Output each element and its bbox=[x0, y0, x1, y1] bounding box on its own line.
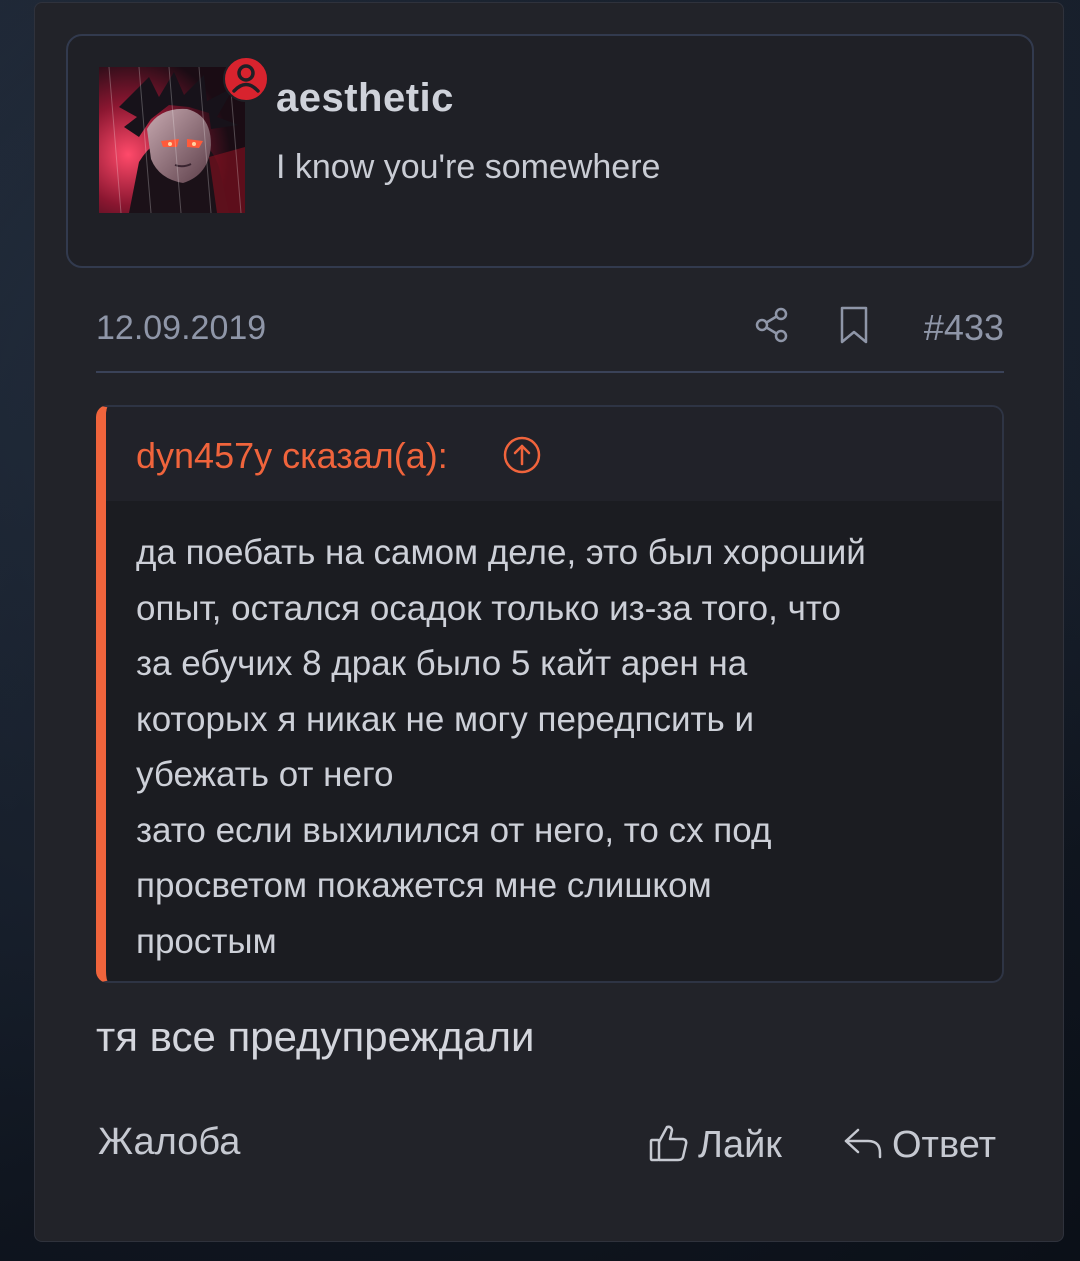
reply-button[interactable]: Ответ bbox=[842, 1121, 996, 1169]
username[interactable]: aesthetic bbox=[276, 76, 454, 121]
reply-arrow-icon bbox=[842, 1122, 884, 1169]
avatar[interactable] bbox=[99, 67, 245, 213]
post-number-link[interactable]: #433 bbox=[924, 307, 1004, 349]
quote-header: dyn457y сказал(а): bbox=[106, 407, 1002, 501]
share-icon[interactable] bbox=[752, 305, 792, 345]
like-button[interactable]: Лайк bbox=[648, 1121, 782, 1169]
arrow-up-circle-icon[interactable] bbox=[502, 435, 542, 475]
quote-text: да поебать на самом деле, это был хороши… bbox=[136, 533, 866, 961]
reply-label: Ответ bbox=[892, 1123, 996, 1166]
forum-post: aesthetic I know you're somewhere 12.09.… bbox=[34, 2, 1064, 1242]
quote-author-link[interactable]: dyn457y сказал(а): bbox=[136, 435, 448, 477]
like-label: Лайк bbox=[698, 1123, 782, 1166]
author-card: aesthetic I know you're somewhere bbox=[66, 34, 1034, 268]
anime-avatar-image bbox=[99, 67, 245, 213]
user-status-text: I know you're somewhere bbox=[276, 148, 661, 186]
user-status-icon bbox=[223, 56, 269, 102]
post-actions: Жалоба Лайк Ответ bbox=[96, 1115, 1004, 1175]
report-button[interactable]: Жалоба bbox=[98, 1121, 240, 1164]
post-message: тя все предупреждали bbox=[96, 1013, 535, 1060]
quote-block: dyn457y сказал(а): да поебать на самом д… bbox=[96, 405, 1004, 983]
post-date[interactable]: 12.09.2019 bbox=[96, 309, 266, 348]
post-meta: 12.09.2019 #433 bbox=[96, 299, 1004, 373]
thumbs-up-icon bbox=[648, 1122, 690, 1169]
bookmark-icon[interactable] bbox=[836, 305, 872, 345]
